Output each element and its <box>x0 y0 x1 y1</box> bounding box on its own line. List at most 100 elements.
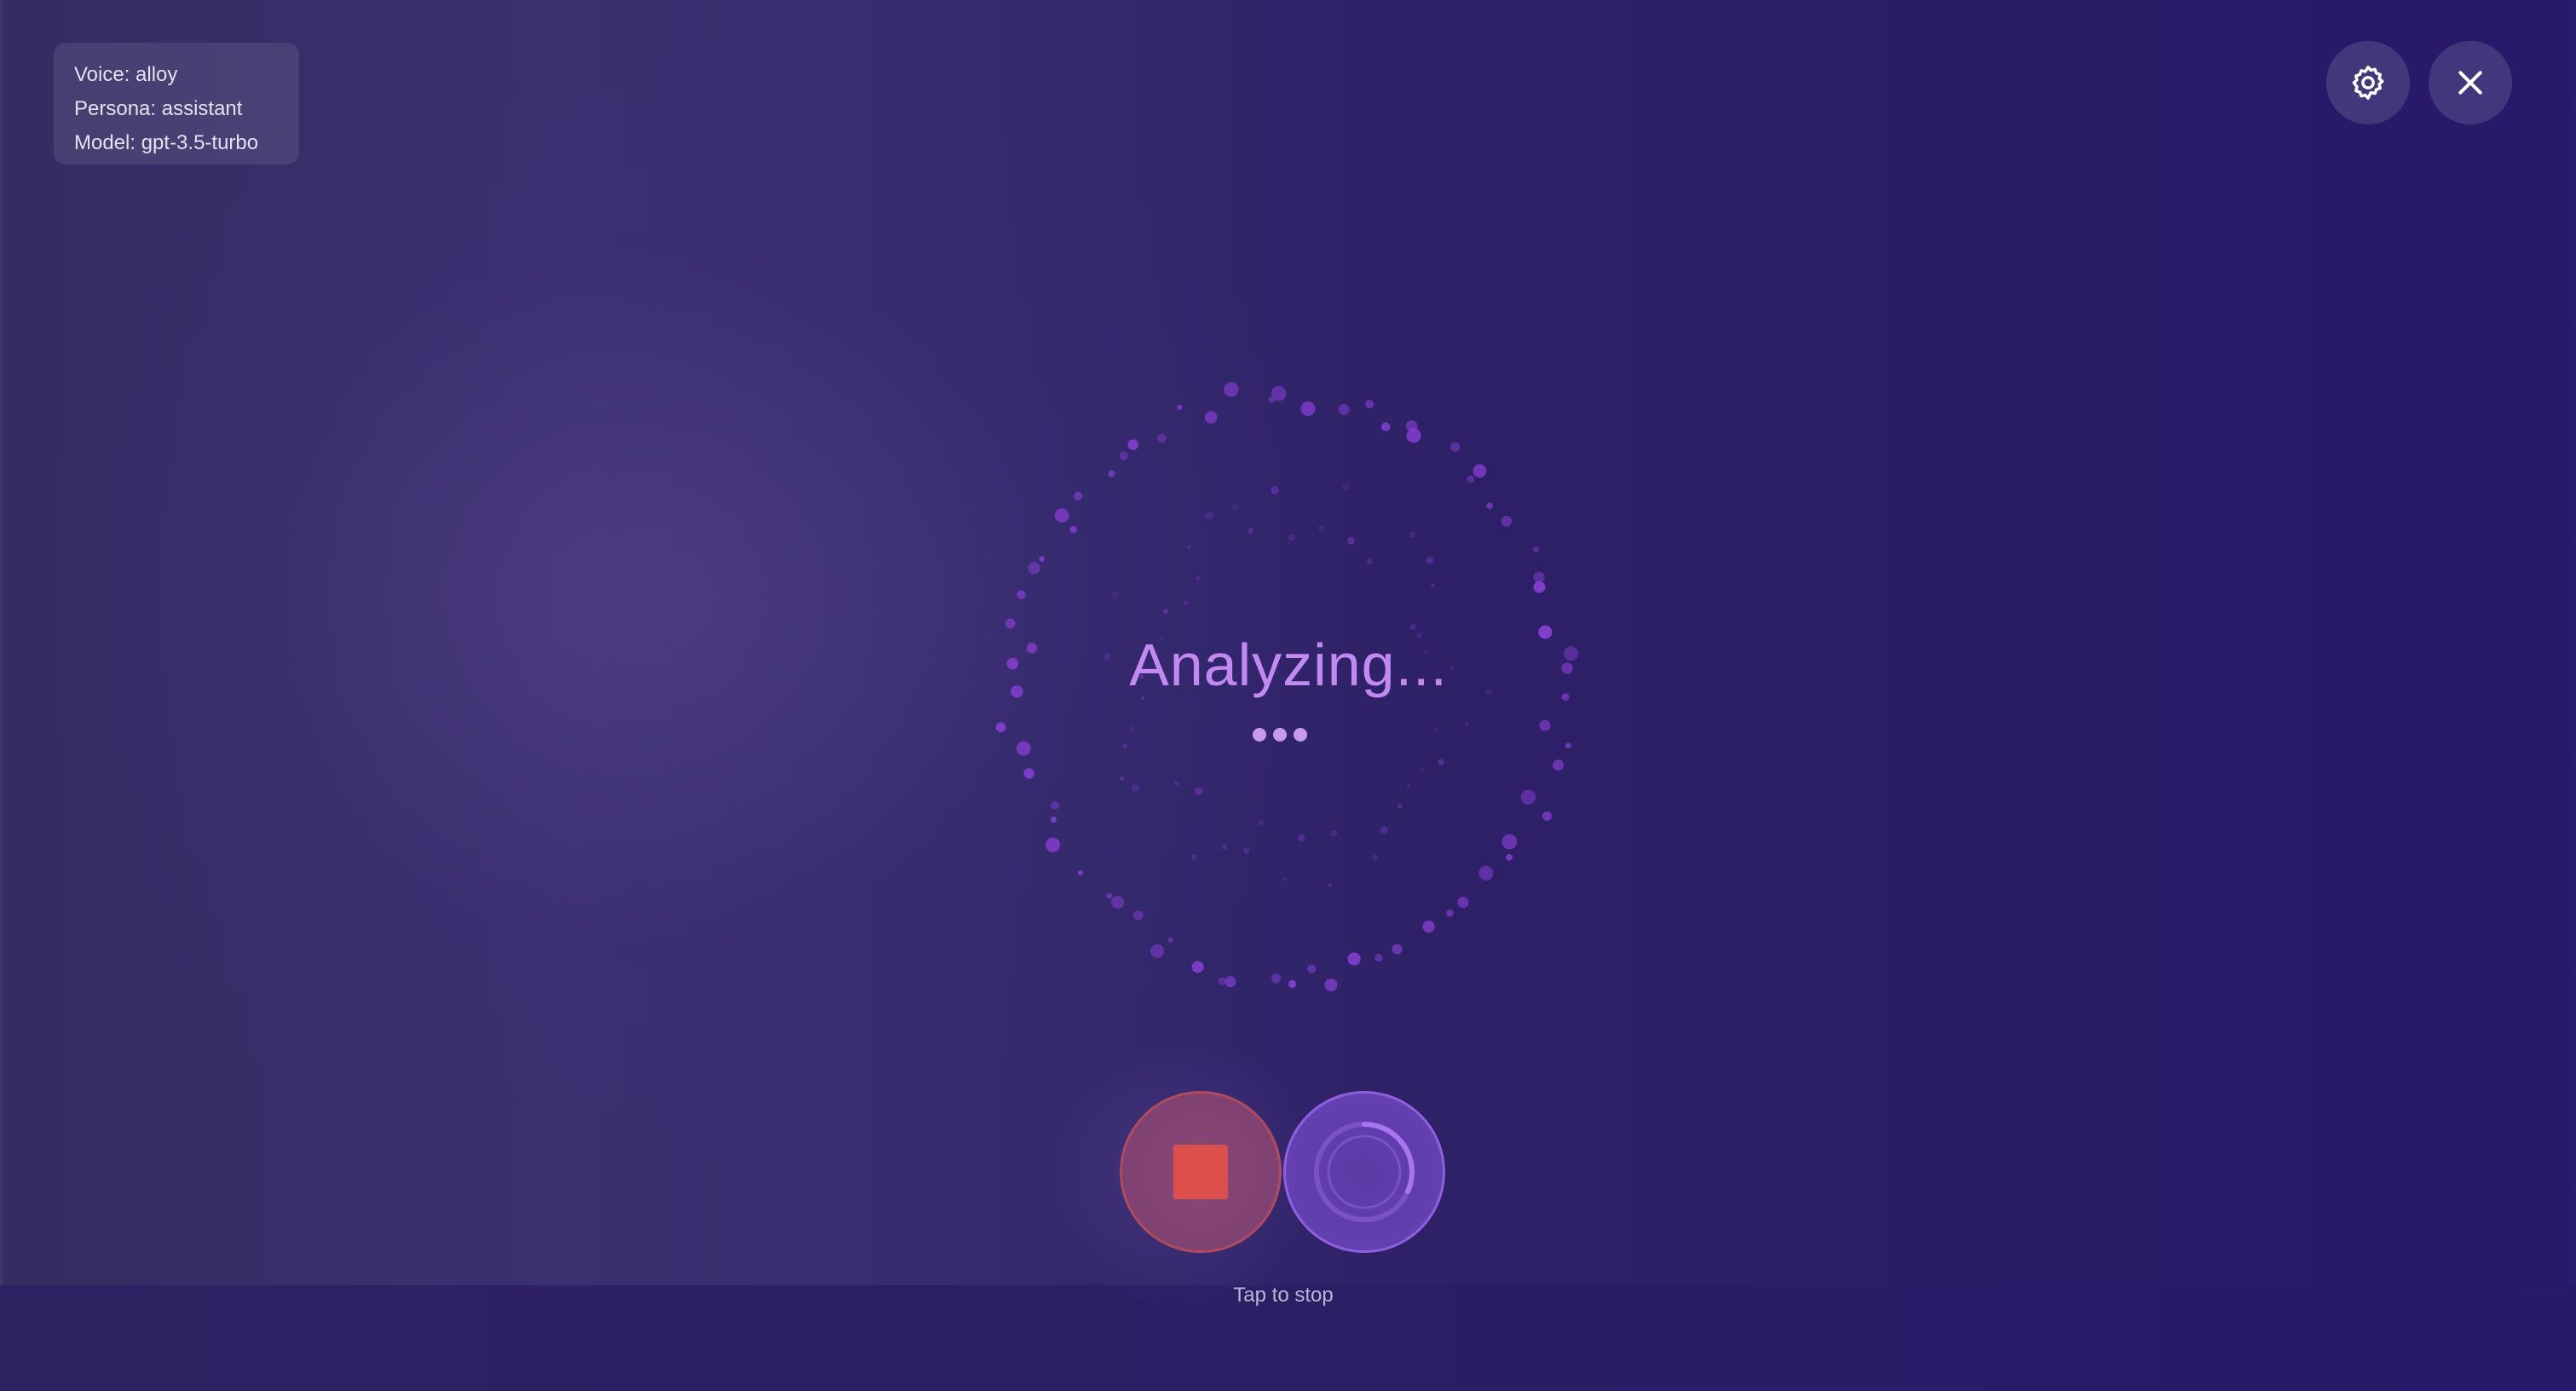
typing-dot <box>1294 728 1307 742</box>
particle <box>1195 575 1201 581</box>
particle <box>1409 531 1416 538</box>
particle <box>1297 834 1305 842</box>
particle <box>1422 921 1435 933</box>
particle <box>1324 978 1338 992</box>
particle <box>1506 853 1513 861</box>
particle <box>1127 439 1138 451</box>
particle <box>1438 759 1444 765</box>
particle <box>1183 600 1189 606</box>
particle <box>1111 591 1119 598</box>
particle <box>1372 854 1378 861</box>
particle <box>1128 725 1134 732</box>
particle <box>1501 516 1513 527</box>
particle <box>1486 502 1493 510</box>
particle <box>1533 580 1546 593</box>
particle <box>1122 743 1128 749</box>
particle <box>1271 973 1282 984</box>
particle <box>1074 492 1083 501</box>
particle <box>1317 525 1324 531</box>
particle <box>1288 534 1295 541</box>
particle <box>1338 403 1350 415</box>
particle <box>1520 789 1536 805</box>
particle <box>1039 556 1045 563</box>
particle <box>1054 508 1069 523</box>
particle <box>1392 944 1403 955</box>
particle <box>1542 811 1553 821</box>
particle <box>995 722 1006 733</box>
particle <box>1248 528 1254 534</box>
particle <box>1258 820 1265 826</box>
particle <box>1328 883 1333 888</box>
particle <box>1231 503 1239 511</box>
particle <box>1397 803 1403 809</box>
particle <box>1221 844 1228 850</box>
particle <box>1028 562 1040 574</box>
voice-session-screen: Voice: alloy Persona: assistant Model: g… <box>0 0 2576 1391</box>
particle <box>1108 470 1115 477</box>
particle <box>1177 404 1183 411</box>
stop-icon <box>1173 1145 1228 1199</box>
particle <box>1017 590 1026 599</box>
particle <box>1426 556 1434 564</box>
particle <box>1045 837 1061 852</box>
particle <box>1005 618 1016 629</box>
particle <box>1271 385 1287 401</box>
particle <box>1051 801 1059 810</box>
particle <box>1467 475 1475 483</box>
typing-indicator <box>1253 726 1321 743</box>
particle <box>1367 558 1373 564</box>
particle <box>1016 741 1031 756</box>
particle <box>1501 834 1518 850</box>
particle <box>1409 624 1416 631</box>
particle <box>1539 719 1551 731</box>
particle <box>1157 433 1167 443</box>
particle <box>1194 787 1203 795</box>
particle <box>1069 526 1077 534</box>
particle <box>1050 817 1057 823</box>
particle <box>1077 870 1084 876</box>
particle <box>1132 910 1144 921</box>
particle <box>1224 382 1239 397</box>
particle <box>1288 979 1296 989</box>
particle <box>1478 865 1494 880</box>
particle <box>1119 776 1124 781</box>
loading-spinner-icon <box>1314 1122 1415 1222</box>
particle <box>1106 892 1113 899</box>
particle <box>1186 545 1191 549</box>
particle <box>1167 937 1173 944</box>
particle <box>1173 781 1179 787</box>
particle <box>1446 909 1454 917</box>
typing-dot <box>1253 728 1266 742</box>
particle <box>1271 486 1279 495</box>
particle <box>1163 609 1168 615</box>
particle <box>1380 826 1389 834</box>
particle <box>1023 768 1034 779</box>
particle <box>1431 583 1435 587</box>
particle <box>1450 442 1461 452</box>
particle <box>1381 422 1391 432</box>
particle <box>1205 511 1213 520</box>
particle <box>1300 401 1316 416</box>
stop-button[interactable] <box>1120 1091 1282 1253</box>
particle <box>1204 411 1218 424</box>
particle <box>1465 722 1469 726</box>
particle <box>1406 783 1411 788</box>
particle <box>1433 727 1438 732</box>
particle <box>1565 742 1571 749</box>
particle <box>1191 961 1204 973</box>
particle <box>1330 829 1338 837</box>
particle <box>1119 451 1128 460</box>
tap-to-stop-hint: Tap to stop <box>1233 1284 1334 1307</box>
particle <box>1341 482 1351 491</box>
particle <box>1282 877 1287 881</box>
particle <box>1457 897 1469 909</box>
particle <box>1218 977 1226 985</box>
particle <box>1374 954 1383 962</box>
processing-indicator <box>1283 1091 1445 1253</box>
particle <box>1307 964 1317 973</box>
particle <box>1420 766 1424 771</box>
particle <box>1472 464 1487 478</box>
particle <box>1365 400 1374 409</box>
particle <box>1346 536 1355 545</box>
particle <box>1347 952 1361 966</box>
